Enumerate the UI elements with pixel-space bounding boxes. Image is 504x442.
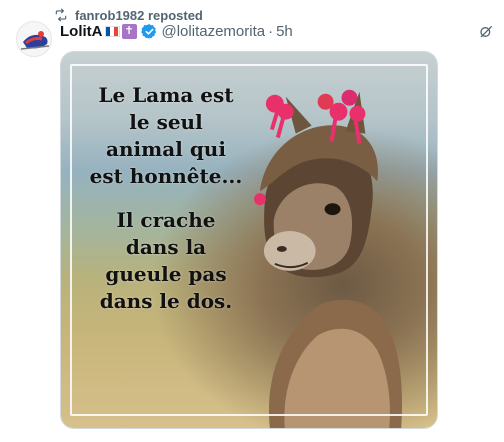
caption-line: dans le dos. — [99, 289, 233, 313]
caption-line: dans la — [125, 235, 207, 259]
caption-line: Il crache — [116, 208, 216, 232]
avatar[interactable] — [16, 21, 52, 57]
avatar-image — [17, 22, 51, 56]
caption-line: Le Lama est — [98, 83, 234, 107]
caption-line: est honnête... — [89, 164, 243, 188]
caption-line: animal qui — [106, 137, 226, 161]
caption-line: gueule pas — [105, 262, 227, 286]
caption-gap — [81, 190, 251, 207]
post-timestamp[interactable]: 5h — [276, 23, 293, 40]
france-flag-icon — [104, 25, 120, 37]
caption-line: le seul — [129, 110, 203, 134]
separator-dot: · — [268, 22, 274, 40]
image-caption: Le Lama est le seul animal qui est honnê… — [81, 82, 251, 315]
display-name[interactable]: LolitA — [60, 23, 103, 40]
post-header: LolitA ✝ @lolitazemorita · 5h — [60, 20, 293, 42]
cross-icon: ✝ — [121, 23, 137, 39]
user-handle[interactable]: @lolitazemorita — [162, 23, 266, 40]
verified-badge-icon[interactable] — [140, 23, 158, 40]
post-image[interactable]: Le Lama est le seul animal qui est honnê… — [60, 51, 438, 429]
grok-icon[interactable] — [478, 24, 494, 40]
